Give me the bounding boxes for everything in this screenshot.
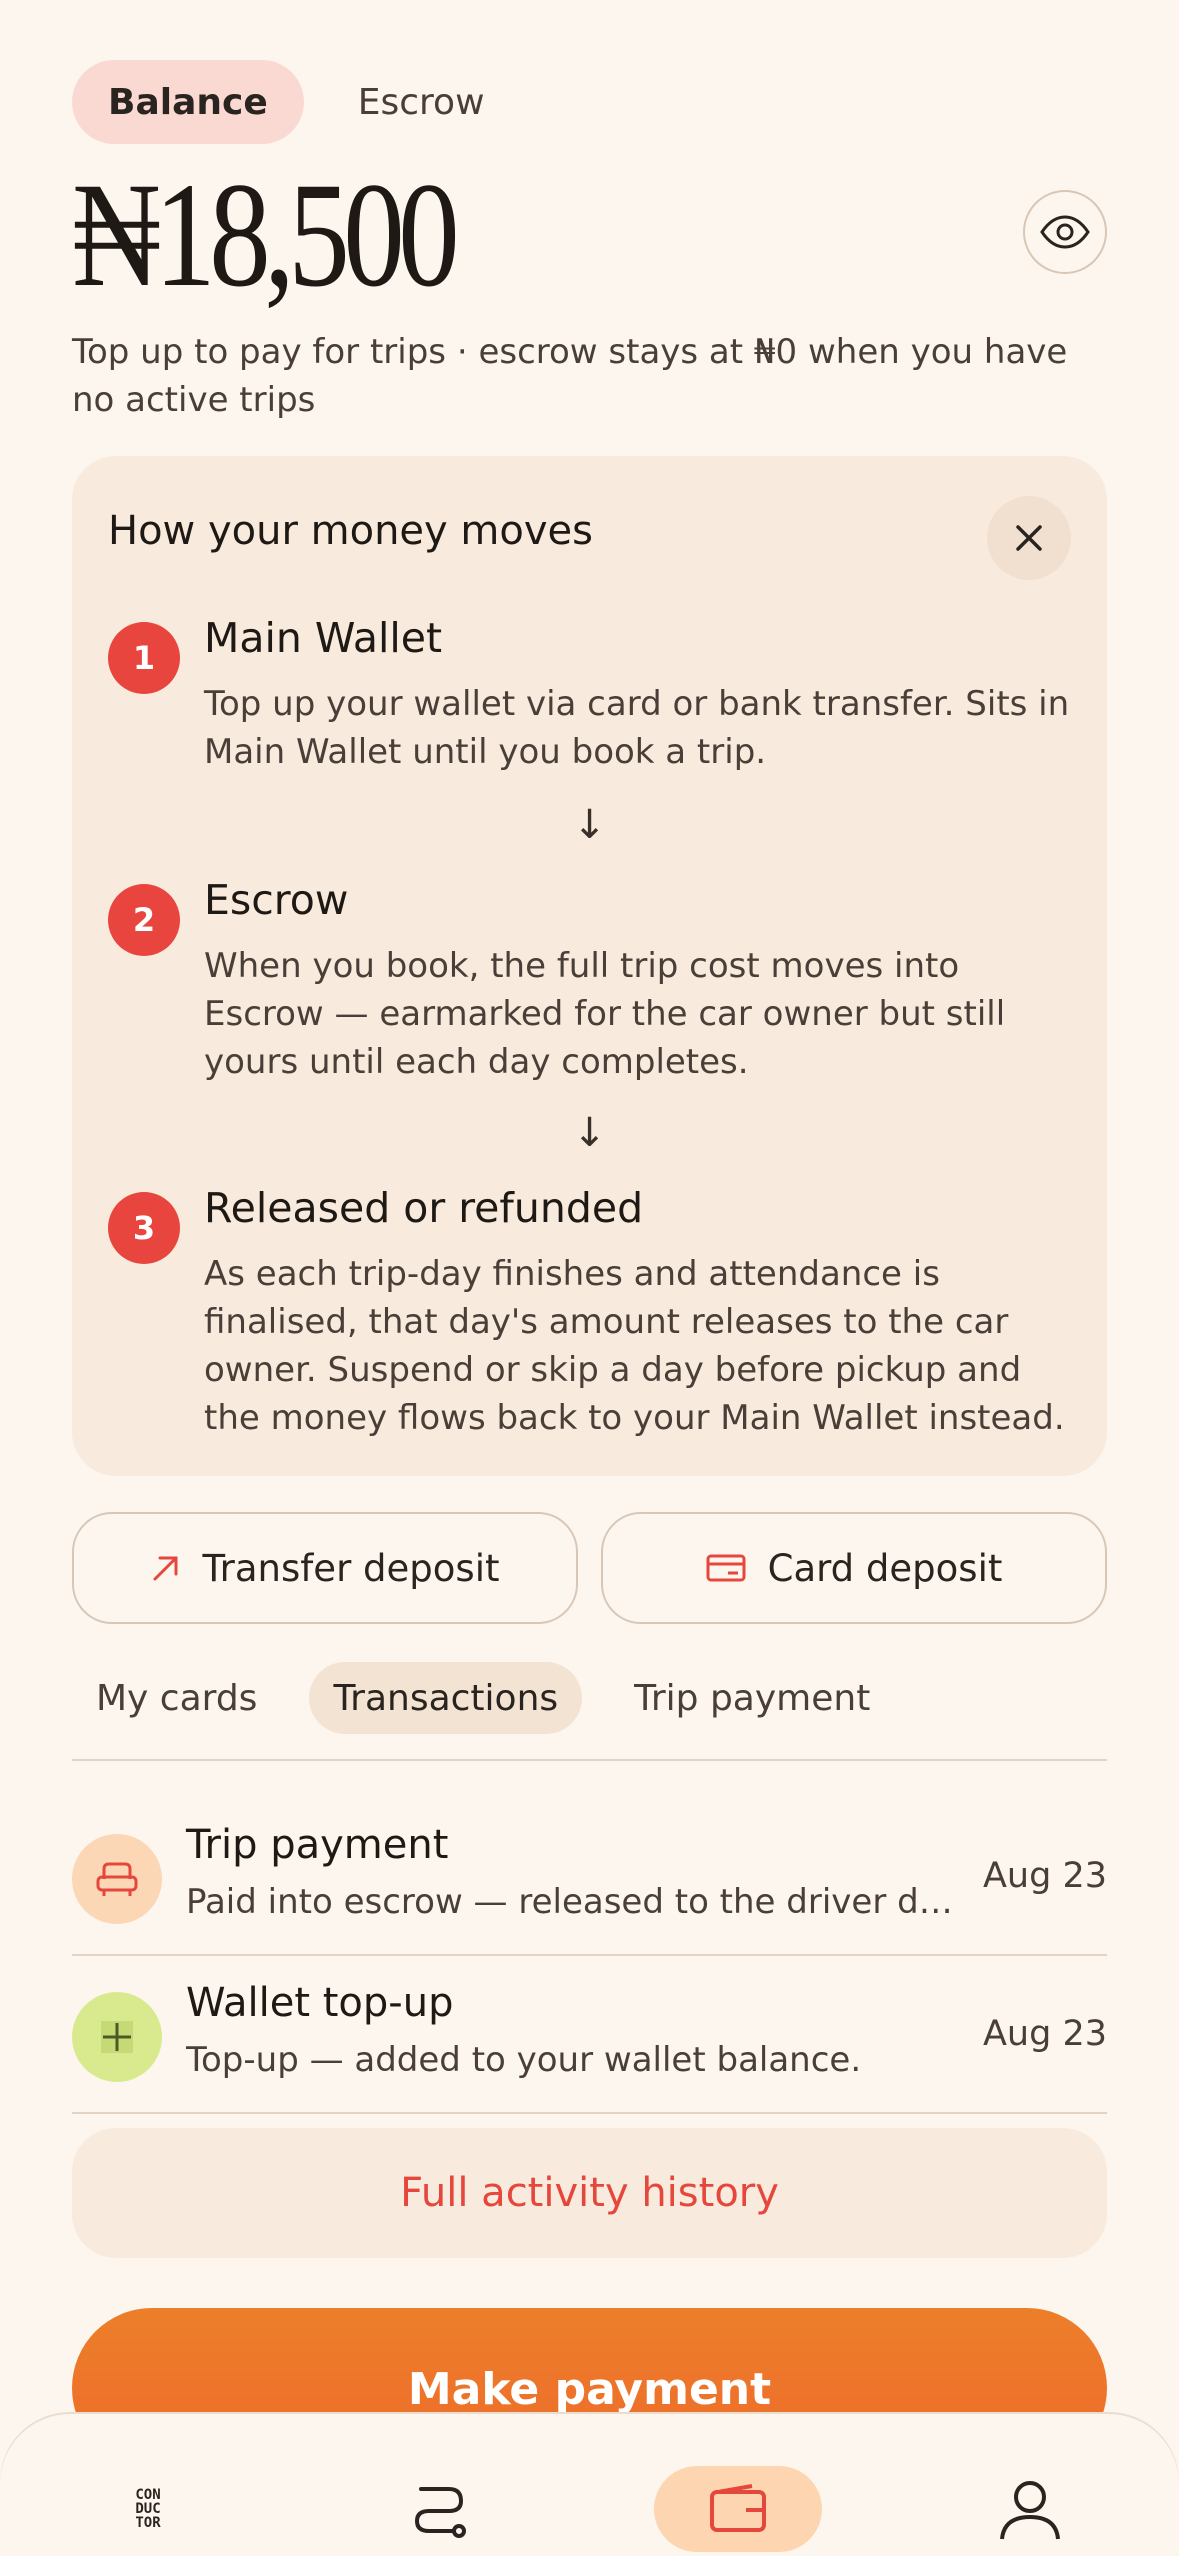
close-card-button[interactable] (987, 496, 1071, 580)
balance-note: Top up to pay for trips · escrow stays a… (72, 332, 1068, 420)
row-divider (72, 1954, 1107, 1956)
card-title: How your money moves (108, 508, 593, 554)
transaction-title: Wallet top-up (186, 1980, 454, 2026)
tabs-divider (72, 1759, 1107, 1761)
step-description: When you book, the full trip cost moves … (204, 946, 1006, 1082)
arrow-up-right-icon (153, 1556, 177, 1581)
transaction-description: Top-up — added to your wallet balance. (186, 2040, 862, 2080)
transaction-title: Trip payment (186, 1822, 449, 1868)
step-description: As each trip-day finishes and attendance… (204, 1254, 1065, 1438)
wallet-icon[interactable] (654, 2466, 822, 2552)
seat-icon (72, 1834, 162, 1924)
home-logo-icon[interactable]: CON DUC TOR (103, 2464, 193, 2554)
tab-my-cards[interactable]: My cards (72, 1662, 281, 1734)
profile-icon[interactable] (985, 2464, 1075, 2554)
logo-line: CON (135, 2487, 161, 2503)
route-icon[interactable] (396, 2464, 486, 2554)
transaction-date: Aug 23 (982, 2014, 1107, 2054)
full-history-button[interactable]: Full activity history (72, 2128, 1107, 2258)
escrow-tab[interactable]: Escrow (322, 60, 521, 144)
bottom-nav: CON DUC TOR (0, 2414, 1179, 2556)
transaction-row[interactable]: Wallet top-up Top-up — added to your wal… (72, 1958, 1107, 2114)
step-title: Escrow (204, 876, 349, 924)
transfer-deposit-button[interactable]: Transfer deposit (72, 1512, 578, 1624)
logo-line: TOR (135, 2515, 161, 2531)
wallet-tabs: My cards Transactions Trip payment (72, 1662, 894, 1734)
close-icon (1016, 525, 1042, 551)
balance-tab[interactable]: Balance (72, 60, 304, 144)
plus-icon (72, 1992, 162, 2082)
step-number: 2 (108, 884, 180, 956)
transaction-row[interactable]: Trip payment Paid into escrow — released… (72, 1800, 1107, 1956)
transfer-deposit-label: Transfer deposit (202, 1546, 500, 1590)
toggle-visibility-button[interactable] (1023, 190, 1107, 274)
balance-amount: ₦18,500 (72, 152, 460, 318)
tab-trip-payment[interactable]: Trip payment (610, 1662, 894, 1734)
balance-escrow-toggle: Balance Escrow (72, 60, 521, 144)
eye-icon (1040, 215, 1090, 249)
card-icon (706, 1554, 746, 1582)
step-title: Released or refunded (204, 1184, 644, 1232)
step-description: Top up your wallet via card or bank tran… (204, 684, 1070, 772)
down-arrow-icon: ↓ (572, 802, 607, 848)
step-number: 1 (108, 622, 180, 694)
tab-transactions[interactable]: Transactions (309, 1662, 583, 1734)
step-number: 3 (108, 1192, 180, 1264)
down-arrow-icon: ↓ (572, 1110, 607, 1156)
money-flow-card: How your money moves 1 Main Wallet Top u… (72, 456, 1107, 1476)
card-deposit-button[interactable]: Card deposit (601, 1512, 1107, 1624)
row-divider (72, 2112, 1107, 2114)
transaction-date: Aug 23 (982, 1856, 1107, 1896)
card-deposit-label: Card deposit (767, 1546, 1003, 1590)
logo-line: DUC (135, 2501, 161, 2517)
transaction-description: Paid into escrow — released to the drive… (186, 1882, 966, 1922)
step-title: Main Wallet (204, 614, 443, 662)
